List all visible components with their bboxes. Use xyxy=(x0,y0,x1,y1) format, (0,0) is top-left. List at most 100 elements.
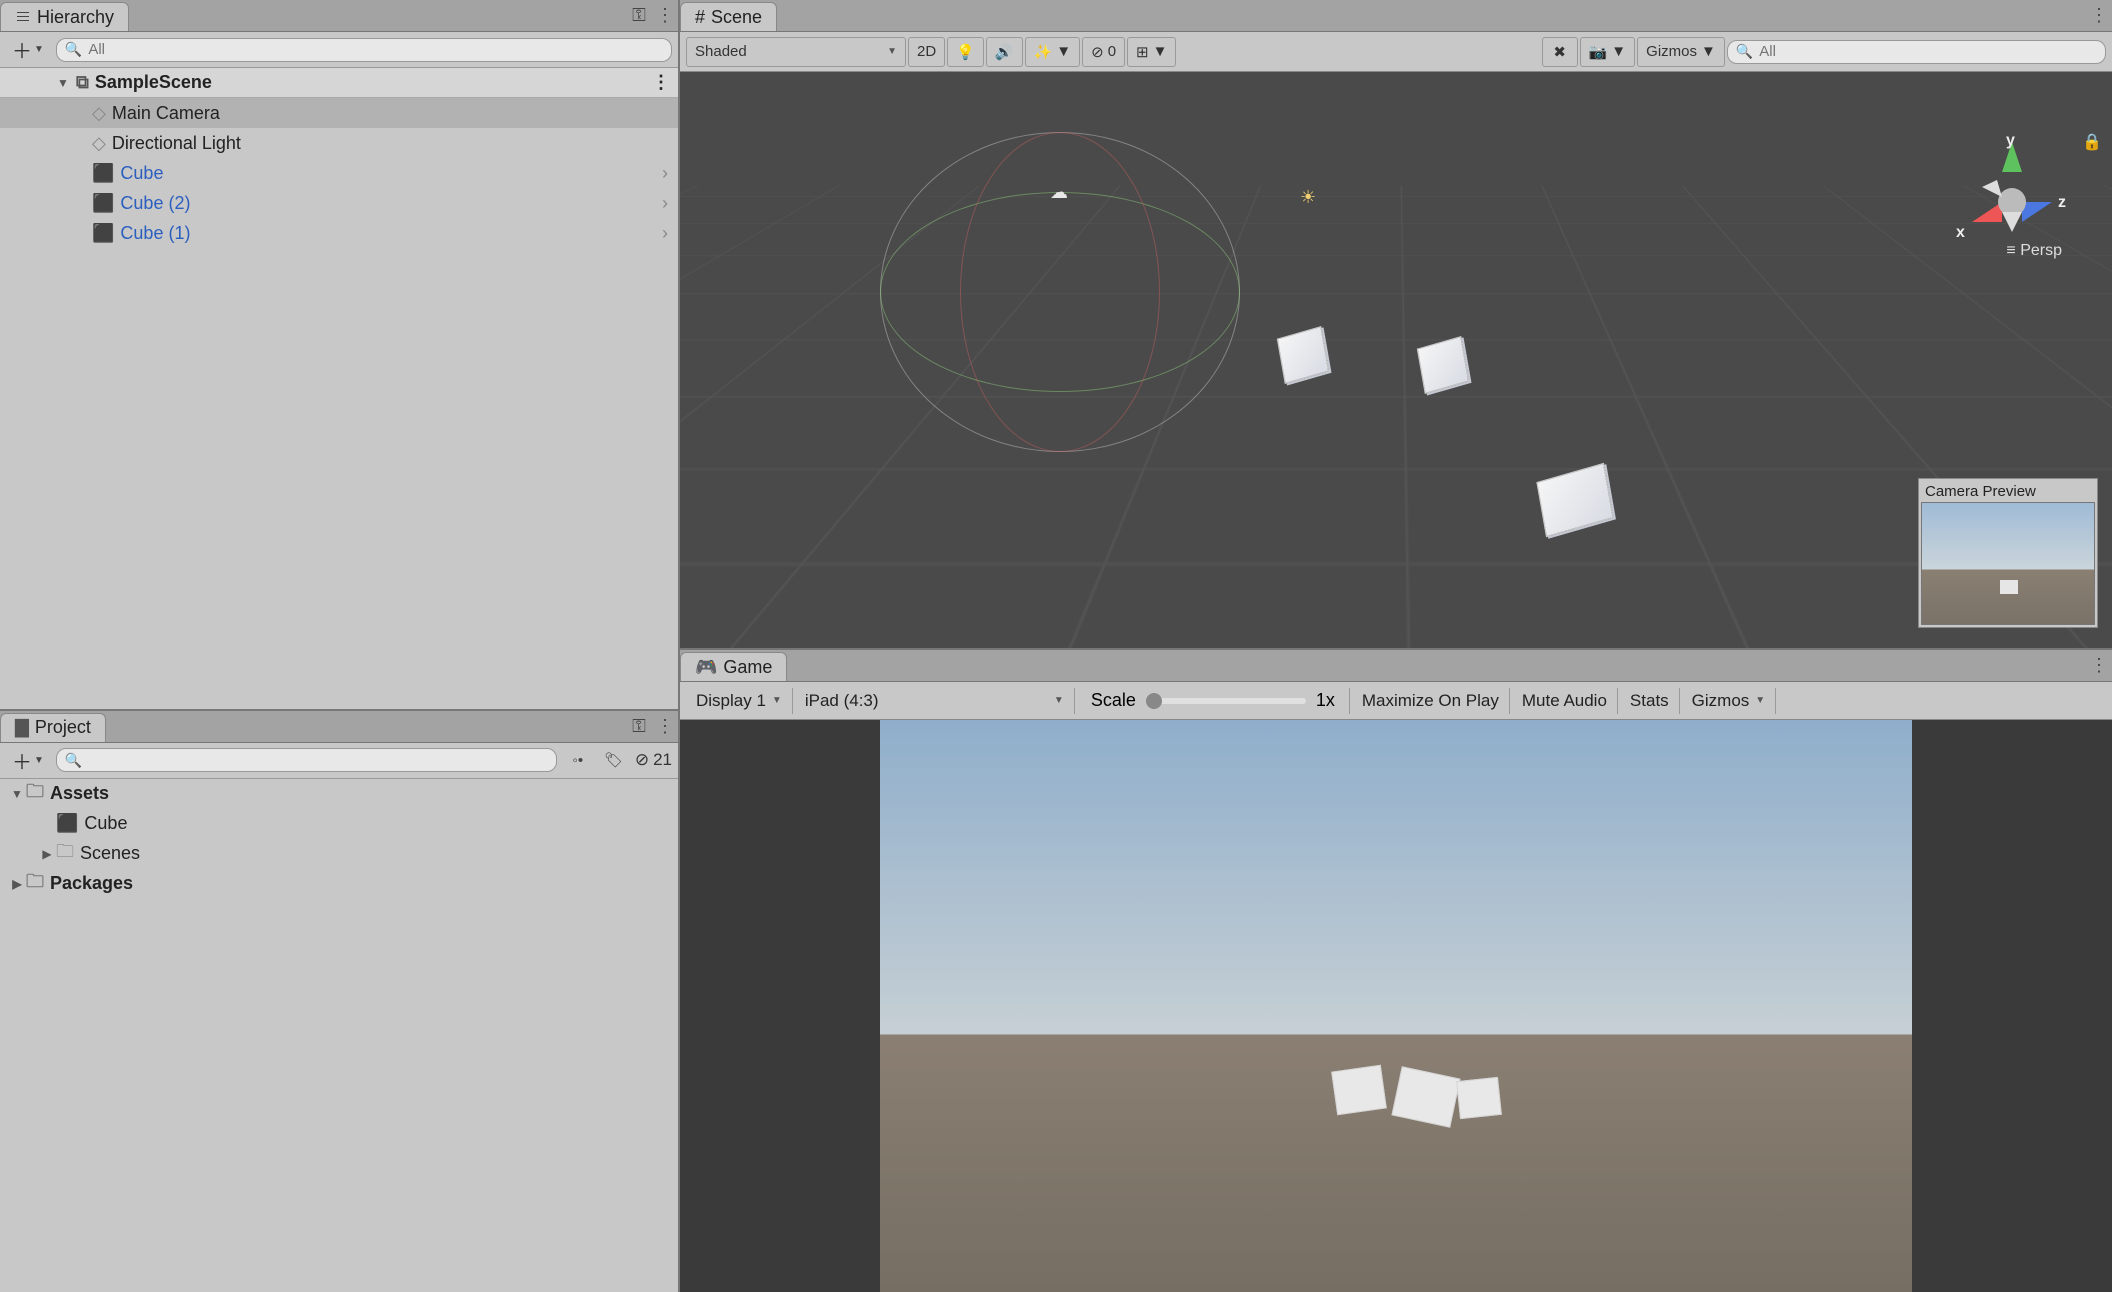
hierarchy-item-label: Main Camera xyxy=(112,103,220,124)
dropdown-icon: ▼ xyxy=(34,755,44,766)
panel-menu-icon[interactable]: ⋮ xyxy=(652,0,678,31)
folder-icon: ▇ xyxy=(15,717,29,738)
display-dropdown[interactable]: Display 1 ▼ xyxy=(686,688,793,714)
game-viewport[interactable] xyxy=(680,720,2112,1292)
hierarchy-item-label: Directional Light xyxy=(112,133,241,154)
chevron-right-icon[interactable]: › xyxy=(662,163,668,184)
prefab-icon: ⬛ xyxy=(92,193,114,214)
grid-dropdown[interactable]: ⊞▼ xyxy=(1127,37,1176,67)
maximize-button[interactable]: Maximize On Play xyxy=(1352,688,1510,714)
lock-icon[interactable]: ⚿ xyxy=(626,711,652,742)
display-label: Display 1 xyxy=(696,691,766,711)
asset-cube[interactable]: ⬛ Cube xyxy=(0,809,678,839)
mute-button[interactable]: Mute Audio xyxy=(1512,688,1618,714)
lock-icon[interactable]: ⚿ xyxy=(626,0,652,31)
folder-icon: 🗀 xyxy=(26,869,44,899)
toggle-2d-button[interactable]: 2D xyxy=(908,37,945,67)
light-icon: ☀ xyxy=(1300,187,1330,217)
project-search[interactable]: 🔍 xyxy=(56,748,557,772)
hierarchy-search-input[interactable] xyxy=(88,41,663,58)
scene-toolbar: Shaded ▼ 2D 💡 🔊 ✨▼ ⊘0 ⊞▼ ✖ 📷▼ Gizmos ▼ 🔍 xyxy=(680,32,2112,72)
preview-cube xyxy=(2000,580,2018,594)
project-toolbar: ＋▼ 🔍 ◦• 🏷 ⊘ 21 xyxy=(0,743,678,779)
dropdown-icon: ▼ xyxy=(1056,43,1071,60)
hidden-count: 21 xyxy=(653,750,672,770)
collapse-icon[interactable]: ▼ xyxy=(8,787,26,801)
tools-button[interactable]: ✖ xyxy=(1542,37,1578,67)
game-tab-label: Game xyxy=(723,657,772,678)
hierarchy-search[interactable]: 🔍 xyxy=(56,38,672,62)
panel-menu-icon[interactable]: ⋮ xyxy=(2086,650,2112,681)
project-tab-bar: ▇ Project ⚿ ⋮ xyxy=(0,711,678,743)
list-icon xyxy=(15,9,31,25)
scale-control: Scale 1x xyxy=(1077,688,1350,714)
project-tab[interactable]: ▇ Project xyxy=(0,713,106,742)
project-tab-label: Project xyxy=(35,717,91,738)
fx-toggle[interactable]: ✨▼ xyxy=(1025,37,1081,67)
hidden-objects-button[interactable]: ⊘0 xyxy=(1082,37,1125,67)
game-toolbar: Display 1 ▼ iPad (4:3) ▼ Scale 1x Maximi… xyxy=(680,682,2112,720)
dropdown-icon: ▼ xyxy=(1054,695,1064,706)
filter-by-label-button[interactable]: 🏷 xyxy=(599,748,629,772)
search-icon: 🔍 xyxy=(1736,43,1753,60)
shading-mode-dropdown[interactable]: Shaded ▼ xyxy=(686,37,906,67)
gameobject-icon: ◇ xyxy=(92,133,106,154)
hierarchy-item-label: Cube (1) xyxy=(120,223,190,244)
expand-icon[interactable]: ▶ xyxy=(8,877,26,891)
folder-label: Packages xyxy=(50,873,133,894)
orbit-gizmo xyxy=(960,132,1160,452)
assets-folder[interactable]: ▼ 🗀 Assets xyxy=(0,779,678,809)
scene-search[interactable]: 🔍 xyxy=(1727,40,2106,64)
collapse-icon[interactable]: ▼ xyxy=(56,76,70,90)
hierarchy-tab[interactable]: Hierarchy xyxy=(0,2,129,31)
lighting-toggle[interactable]: 💡 xyxy=(947,37,984,67)
folder-label: Scenes xyxy=(80,843,140,864)
audio-toggle[interactable]: 🔊 xyxy=(986,37,1023,67)
hidden-visibility-button[interactable]: ⊘ 21 xyxy=(635,750,672,770)
aspect-label: iPad (4:3) xyxy=(805,691,879,711)
create-asset-button[interactable]: ＋▼ xyxy=(6,744,50,777)
project-search-input[interactable] xyxy=(88,752,547,769)
scene-viewport[interactable]: ☁ ☀ 🔒 y x z xyxy=(680,72,2112,648)
scene-header[interactable]: ▼ ⧉ SampleScene ⋮ xyxy=(0,68,678,98)
gizmos-dropdown[interactable]: Gizmos ▼ xyxy=(1637,37,1725,67)
create-button[interactable]: ＋▼ xyxy=(6,33,50,66)
folder-icon: 🗀 xyxy=(26,779,44,809)
folder-icon: 🗀 xyxy=(56,839,74,869)
filter-by-type-button[interactable]: ◦• xyxy=(563,748,593,772)
hierarchy-item-cube[interactable]: ⬛ Cube › xyxy=(0,158,678,188)
scene-panel: # Scene ⋮ Shaded ▼ 2D 💡 🔊 ✨▼ ⊘0 ⊞▼ ✖ xyxy=(680,0,2112,650)
search-icon: 🔍 xyxy=(65,752,82,769)
scale-slider[interactable] xyxy=(1146,698,1306,704)
hierarchy-item-cube-1[interactable]: ⬛ Cube (1) › xyxy=(0,218,678,248)
gizmo-lock-icon[interactable]: 🔒 xyxy=(2082,132,2102,152)
stats-button[interactable]: Stats xyxy=(1620,688,1680,714)
camera-preview-title: Camera Preview xyxy=(1921,481,2095,502)
aspect-dropdown[interactable]: iPad (4:3) ▼ xyxy=(795,688,1075,714)
scene-menu-icon[interactable]: ⋮ xyxy=(652,72,670,93)
chevron-right-icon[interactable]: › xyxy=(662,223,668,244)
gizmos-game-dropdown[interactable]: Gizmos ▼ xyxy=(1682,688,1777,714)
scene-search-input[interactable] xyxy=(1759,43,2097,60)
camera-button[interactable]: 📷▼ xyxy=(1580,37,1636,67)
hierarchy-item-cube-2[interactable]: ⬛ Cube (2) › xyxy=(0,188,678,218)
hierarchy-item-main-camera[interactable]: ◇ Main Camera xyxy=(0,98,678,128)
axis-x-label: x xyxy=(1956,224,1965,242)
scenes-folder[interactable]: ▶ 🗀 Scenes xyxy=(0,839,678,869)
chevron-right-icon[interactable]: › xyxy=(662,193,668,214)
panel-menu-icon[interactable]: ⋮ xyxy=(2086,0,2112,31)
projection-label[interactable]: ≡ Persp xyxy=(2006,242,2062,260)
gamepad-icon: 🎮 xyxy=(695,657,717,678)
dropdown-icon: ▼ xyxy=(1611,43,1626,60)
folder-label: Assets xyxy=(50,783,109,804)
prefab-icon: ⬛ xyxy=(92,163,114,184)
packages-folder[interactable]: ▶ 🗀 Packages xyxy=(0,869,678,899)
scene-name: SampleScene xyxy=(95,72,212,93)
scene-tab[interactable]: # Scene xyxy=(680,2,777,31)
hierarchy-item-directional-light[interactable]: ◇ Directional Light xyxy=(0,128,678,158)
expand-icon[interactable]: ▶ xyxy=(38,847,56,861)
game-render xyxy=(880,720,1911,1292)
dropdown-icon: ▼ xyxy=(772,695,782,706)
game-tab[interactable]: 🎮 Game xyxy=(680,652,787,681)
panel-menu-icon[interactable]: ⋮ xyxy=(652,711,678,742)
